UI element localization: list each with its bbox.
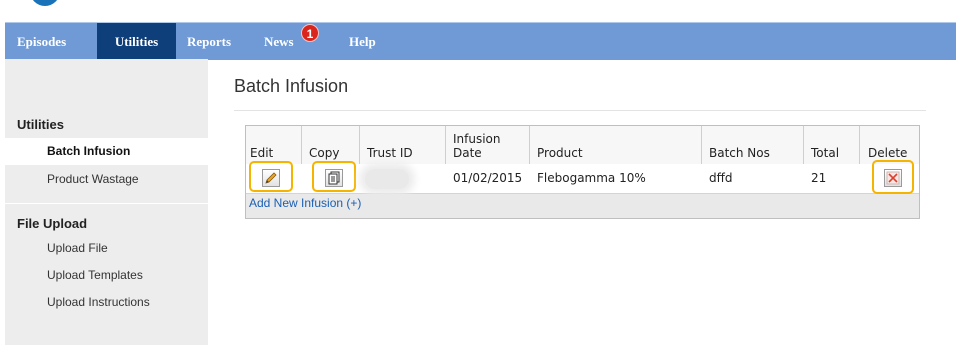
col-separator [359, 126, 360, 164]
sidebar-heading-file-upload: File Upload [17, 216, 88, 231]
col-separator [701, 126, 702, 164]
nav-utilities[interactable]: Utilities [97, 23, 176, 60]
nav-episodes[interactable]: Episodes [17, 23, 66, 60]
copy-document-icon [328, 171, 340, 185]
sidebar-item-batch-infusion[interactable]: Batch Infusion [5, 138, 208, 165]
col-header-trust-id: Trust ID [367, 146, 413, 160]
sidebar-item-upload-templates[interactable]: Upload Templates [5, 262, 208, 289]
sidebar-divider [5, 203, 208, 204]
nav-news-label: News [264, 34, 294, 49]
col-header-batch-nos: Batch Nos [709, 146, 770, 160]
edit-button[interactable] [262, 169, 280, 187]
cell-infusion-date: 01/02/2015 [453, 171, 523, 185]
top-header [0, 0, 964, 23]
table-header: Edit Copy Trust ID Infusion Date Product… [246, 126, 919, 165]
table-row: 01/02/2015 Flebogamma 10% dffd 21 [246, 160, 919, 194]
sidebar-item-upload-instructions[interactable]: Upload Instructions [5, 289, 208, 316]
table-footer: Add New Infusion (+) [246, 194, 919, 218]
nav-reports[interactable]: Reports [187, 23, 231, 60]
main-navbar: Episodes Utilities Reports News 1 Help [5, 22, 956, 60]
sidebar-heading-utilities: Utilities [17, 117, 64, 132]
col-separator [529, 126, 530, 164]
sidebar-item-product-wastage[interactable]: Product Wastage [5, 166, 208, 193]
col-header-delete: Delete [868, 146, 908, 160]
col-separator [301, 126, 302, 164]
col-header-copy: Copy [309, 146, 340, 160]
pencil-icon [265, 172, 277, 184]
col-separator [445, 126, 446, 164]
news-notification-badge: 1 [301, 24, 319, 42]
add-new-infusion-link[interactable]: Add New Infusion (+) [249, 196, 361, 210]
cell-batch-nos: dffd [709, 171, 733, 185]
title-divider [234, 110, 926, 111]
cell-total: 21 [811, 171, 827, 185]
col-header-infusion-date: Infusion Date [453, 132, 501, 160]
col-separator [803, 126, 804, 164]
delete-x-icon [886, 171, 900, 185]
delete-button[interactable] [884, 169, 902, 187]
col-separator [859, 126, 860, 164]
batch-infusion-table: Edit Copy Trust ID Infusion Date Product… [245, 125, 920, 219]
logo [30, 0, 60, 6]
nav-help[interactable]: Help [349, 23, 376, 60]
sidebar-item-upload-file[interactable]: Upload File [5, 235, 208, 262]
col-header-product: Product [537, 146, 583, 160]
cell-product: Flebogamma 10% [537, 171, 646, 185]
page-title: Batch Infusion [234, 76, 349, 96]
trust-id-redacted [365, 169, 409, 189]
col-header-total: Total [811, 146, 840, 160]
copy-button[interactable] [325, 169, 343, 187]
nav-news[interactable]: News [264, 23, 294, 60]
sidebar: Utilities Batch Infusion Product Wastage… [5, 59, 208, 345]
col-header-edit: Edit [250, 146, 274, 160]
